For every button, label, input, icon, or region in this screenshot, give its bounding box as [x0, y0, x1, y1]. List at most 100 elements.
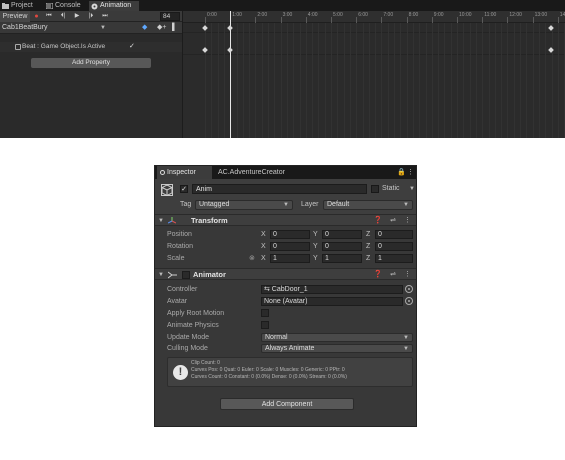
tab-animation[interactable]: Animation: [89, 1, 139, 11]
apply-root-motion-checkbox[interactable]: [261, 309, 269, 317]
add-component-button[interactable]: Add Component: [220, 398, 354, 410]
ruler-tick-label: 8:00: [408, 12, 419, 18]
scale-z-field[interactable]: 1: [375, 254, 413, 263]
axis-x-label: X: [261, 255, 266, 262]
clip-dropdown[interactable]: Cab1BeatBury ▼: [0, 23, 108, 33]
info-icon: !: [173, 365, 188, 380]
keyframe-mode-icon[interactable]: ◆: [142, 23, 147, 33]
rotation-y-field[interactable]: 0: [322, 242, 362, 251]
active-checkbox[interactable]: ✓: [180, 185, 188, 193]
animate-physics-checkbox[interactable]: [261, 321, 269, 329]
axis-z-label: Z: [366, 231, 371, 238]
ruler-tick-label: 9:00: [433, 12, 444, 18]
chevron-down-icon[interactable]: ▼: [409, 184, 415, 194]
grid-line: [501, 23, 503, 138]
position-y-field[interactable]: 0: [322, 230, 362, 239]
update-mode-dropdown[interactable]: Normal ▼: [261, 333, 413, 342]
last-keyframe-button[interactable]: ⏭: [100, 11, 110, 22]
animator-header[interactable]: ▼ Animator ❓ ⇌ ⋮: [155, 268, 416, 281]
grid-line: [223, 23, 225, 138]
grid-line: [419, 23, 421, 138]
play-button[interactable]: ▶: [72, 11, 82, 22]
animation-icon: [91, 3, 98, 10]
animator-info-box: ! Clip Count: 0 Curves Pos: 0 Quat: 0 Eu…: [167, 357, 413, 387]
tab-console[interactable]: Console: [44, 1, 86, 11]
clip-row: Cab1BeatBury ▼ ◆ ◆+ ▌: [0, 22, 182, 34]
animator-title: Animator: [193, 270, 226, 279]
grid-line: [255, 23, 257, 138]
foldout-icon[interactable]: ▼: [158, 215, 164, 227]
tab-inspector[interactable]: Inspector: [157, 166, 212, 179]
rotation-x-field[interactable]: 0: [270, 242, 310, 251]
scale-label: Scale: [167, 255, 185, 262]
component-tools-icon[interactable]: ❓ ⇌ ⋮: [374, 269, 414, 281]
menu-icon[interactable]: ⋮: [407, 166, 414, 179]
chevron-down-icon: ▼: [403, 346, 409, 352]
controller-field[interactable]: ⇆ CabDoor_1: [261, 285, 403, 294]
scale-y-field[interactable]: 1: [322, 254, 362, 263]
grid-line: [444, 23, 446, 138]
chevron-down-icon: ▼: [403, 335, 409, 341]
rotation-z-field[interactable]: 0: [375, 242, 413, 251]
animator-enabled-checkbox[interactable]: [182, 271, 190, 279]
position-x-field[interactable]: 0: [270, 230, 310, 239]
add-property-button[interactable]: Add Property: [31, 58, 151, 68]
preview-button[interactable]: Preview: [0, 11, 30, 22]
prev-keyframe-button[interactable]: ⏴|: [58, 11, 68, 22]
grid-line: [381, 23, 383, 138]
axis-y-label: Y: [313, 231, 318, 238]
ruler-tick-label: 6:00: [358, 12, 368, 18]
layer-label: Layer: [301, 201, 319, 208]
grid-line: [463, 23, 465, 138]
clip-name: Cab1BeatBury: [2, 24, 48, 31]
info-curves-count: Curves Count: 0 Constant: 0 (0.0%) Dense…: [191, 374, 347, 380]
link-icon[interactable]: ⊗: [249, 253, 255, 264]
object-picker-icon[interactable]: [405, 297, 413, 305]
object-picker-icon[interactable]: [405, 285, 413, 293]
grid-line: [438, 23, 440, 138]
component-tools-icon[interactable]: ❓ ⇌ ⋮: [374, 215, 414, 227]
property-toggle[interactable]: ✓: [129, 42, 135, 52]
grid-line: [349, 23, 351, 138]
ruler-tick-label: 12:00: [509, 12, 522, 18]
layer-dropdown[interactable]: Default ▼: [323, 200, 413, 210]
position-z-field[interactable]: 0: [375, 230, 413, 239]
dopesheet-timeline[interactable]: 0:00 1:00 2:00 3:00 4:00 5:00 6:00 7:00 8:00 9:00…: [182, 11, 565, 138]
inspector-tabbar: Inspector AC.AdventureCreator 🔒 ⋮: [155, 166, 416, 179]
time-ruler[interactable]: 0:00 1:00 2:00 3:00 4:00 5:00 6:00 7:00 8:00 9:00…: [183, 11, 565, 23]
first-keyframe-button[interactable]: ⏮: [44, 11, 54, 22]
tag-dropdown[interactable]: Untagged ▼: [195, 200, 293, 210]
culling-mode-label: Culling Mode: [167, 345, 208, 352]
grid-line: [532, 23, 534, 138]
transform-header[interactable]: ▼ Transform ❓ ⇌ ⋮: [155, 214, 416, 227]
scale-x-field[interactable]: 1: [270, 254, 310, 263]
grid-line: [538, 23, 540, 138]
next-keyframe-button[interactable]: |⏵: [86, 11, 96, 22]
grid-line: [331, 23, 332, 138]
grid-line: [400, 23, 402, 138]
grid-line: [520, 23, 521, 138]
grid-line: [242, 23, 244, 138]
add-event-icon[interactable]: ▌: [172, 23, 177, 33]
culling-mode-row: Culling Mode Always Animate ▼: [155, 343, 416, 354]
tab-project[interactable]: Project: [0, 1, 40, 11]
property-row[interactable]: Beat : Game Object.Is Active ✓: [0, 42, 182, 52]
info-curves-pos: Curves Pos: 0 Quat: 0 Euler: 0 Scale: 0 …: [191, 367, 345, 373]
foldout-icon[interactable]: ▼: [158, 269, 164, 281]
frame-input[interactable]: 84: [160, 12, 180, 21]
ruler-tick-label: 4:00: [307, 12, 318, 18]
culling-mode-dropdown[interactable]: Always Animate ▼: [261, 344, 413, 353]
avatar-label: Avatar: [167, 298, 188, 305]
lock-icon[interactable]: 🔒: [397, 166, 406, 179]
name-field[interactable]: Anim: [192, 184, 367, 194]
grid-line: [236, 23, 238, 138]
add-keyframe-icon[interactable]: ◆+: [157, 23, 166, 33]
record-button[interactable]: ●: [32, 11, 41, 22]
grid-line: [337, 23, 339, 138]
grid-line: [551, 23, 553, 138]
grid-line: [343, 23, 345, 138]
static-checkbox[interactable]: [371, 185, 379, 193]
tab-adventure-creator[interactable]: AC.AdventureCreator: [215, 166, 285, 179]
tab-console-label: Console: [55, 2, 81, 9]
avatar-field[interactable]: None (Avatar): [261, 297, 403, 306]
